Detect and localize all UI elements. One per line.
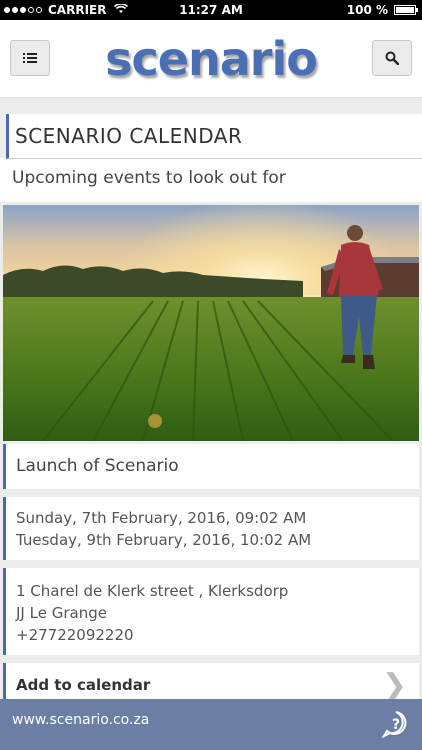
event-address: 1 Charel de Klerk street , Klerksdorp [16, 582, 289, 600]
battery-icon [394, 5, 418, 15]
event-contact-phone[interactable]: +27722092220 [6, 624, 419, 646]
event-image [3, 205, 419, 441]
event-title: Launch of Scenario [16, 456, 179, 476]
svg-text:?: ? [392, 717, 400, 733]
add-to-calendar-label: Add to calendar [16, 676, 151, 694]
page-subtitle: Upcoming events to look out for [12, 168, 286, 188]
battery-percent: 100 % [346, 3, 388, 17]
page-title-bar: SCENARIO CALENDAR [6, 114, 422, 159]
app-header: scenario [0, 20, 422, 98]
footer-bar: www.scenario.co.za ? [0, 699, 422, 750]
chevron-right-icon: ❯ [381, 668, 407, 703]
battery-group: 100 % [346, 3, 418, 17]
add-to-calendar-button[interactable]: Add to calendar ❯ [3, 663, 419, 703]
menu-button[interactable] [10, 40, 50, 76]
website-link[interactable]: www.scenario.co.za [12, 712, 149, 728]
event-contact-name: JJ Le Grange [16, 604, 107, 622]
event-end-date: Tuesday, 9th February, 2016, 10:02 AM [16, 531, 312, 549]
event-title-card: Launch of Scenario [3, 444, 419, 489]
event-address-card: 1 Charel de Klerk street , Klerksdorp JJ… [3, 568, 419, 655]
status-bar: CARRIER 11:27 AM 100 % [0, 0, 422, 20]
event-dates-card: Sunday, 7th February, 2016, 09:02 AM Tue… [3, 497, 419, 560]
help-chat-icon[interactable]: ? [381, 710, 410, 742]
list-icon [23, 53, 37, 63]
event-start-date: Sunday, 7th February, 2016, 09:02 AM [16, 509, 307, 527]
search-button[interactable] [372, 40, 412, 76]
page-title: SCENARIO CALENDAR [15, 124, 243, 148]
search-icon [385, 51, 399, 65]
scenario-logo[interactable]: scenario [100, 32, 322, 86]
